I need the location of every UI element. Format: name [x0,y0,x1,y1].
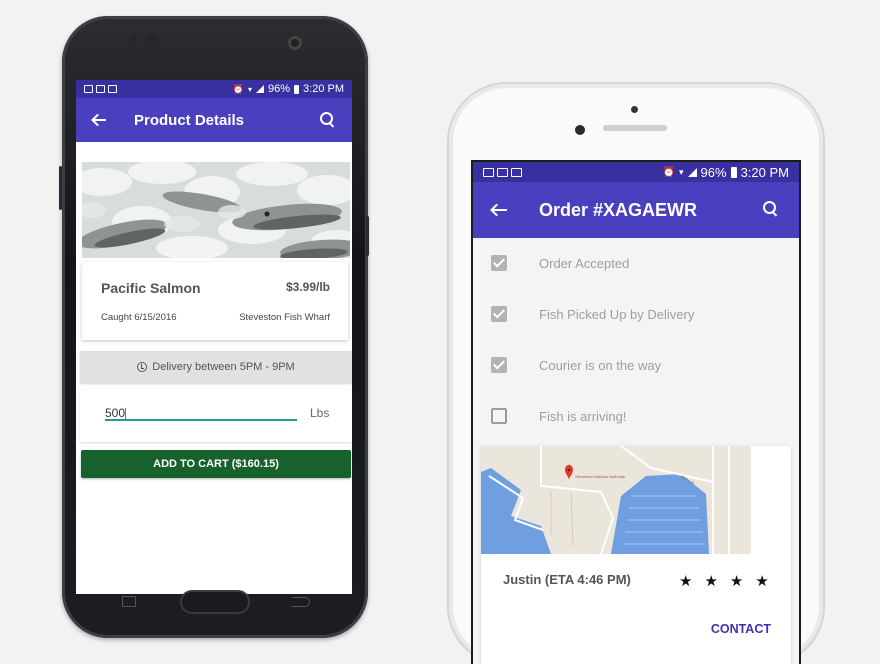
android-screen: ⏰ ▾ 96% 3:20 PM Product Details Pacific … [76,80,352,594]
iphone-screen: ⏰ ▾ 96% 3:20 PM Order #XAGAEWR Order Acc… [471,160,801,664]
checkbox-icon[interactable] [491,255,507,271]
battery-level: 96% [700,164,727,180]
clock-time: 3:20 PM [303,83,344,95]
battery-icon [730,166,737,178]
battery-icon [294,84,300,94]
step-label: Fish is arriving! [539,408,627,424]
star-icon: ★ [679,573,693,590]
mail-icon [96,85,105,93]
quantity-input[interactable]: 500 [105,401,297,421]
star-icon: ★ [704,573,718,590]
step-label: Fish Picked Up by Delivery [539,306,695,322]
front-camera [288,36,302,50]
notification-icons [483,167,522,177]
recent-apps-icon[interactable] [122,596,136,607]
back-arrow-icon[interactable] [491,202,507,218]
caught-date: Caught 6/15/2016 [101,312,177,323]
quantity-card: 500 Lbs [80,390,352,442]
search-icon[interactable] [320,112,336,128]
product-price: $3.99/lb [285,280,330,294]
mail-icon [84,85,93,93]
text-cursor [125,407,127,420]
product-card: Pacific Salmon $3.99/lb Caught 6/15/2016… [82,262,348,340]
order-step-accepted[interactable]: Order Accepted [473,238,799,288]
quantity-unit: Lbs [310,406,330,420]
order-step-on-the-way[interactable]: Courier is on the way [473,340,799,390]
notification-icons [84,85,117,93]
front-camera [575,125,585,135]
sensor [130,35,137,42]
star-icon: ★ [755,573,769,590]
contact-button[interactable]: CONTACT [711,622,771,636]
step-label: Courier is on the way [539,357,662,373]
order-step-picked-up[interactable]: Fish Picked Up by Delivery [473,289,799,339]
back-key-icon[interactable] [292,597,310,607]
alarm-icon: ⏰ [232,83,244,94]
image-icon [511,167,522,177]
page-title: Product Details [134,111,245,129]
courier-rating: ★ ★ ★ ★ [679,572,769,590]
product-name: Pacific Salmon [101,280,201,296]
checkbox-icon[interactable] [491,306,507,322]
signal-icon [256,85,264,93]
star-icon: ★ [729,573,744,590]
power-button [366,216,369,256]
courier-card: Steveston Harbour Authority Duke St Just… [481,446,791,664]
proximity-sensor [631,106,638,113]
add-to-cart-button[interactable]: ADD TO CART ($160.15) [81,450,351,478]
courier-name: Justin (ETA 4:46 PM) [503,572,631,587]
wifi-icon: ▾ [247,84,252,94]
app-bar: Order #XAGAEWR [473,182,799,238]
checkbox-icon[interactable] [491,357,507,373]
volume-button [59,166,62,210]
wifi-icon: ▾ [679,166,684,177]
checkbox-icon[interactable] [491,408,507,424]
back-arrow-icon[interactable] [92,113,106,127]
page-title: Order #XAGAEWR [539,199,698,220]
mail-icon [497,167,508,177]
image-icon [108,85,117,93]
alarm-icon: ⏰ [662,166,676,178]
android-phone: ⏰ ▾ 96% 3:20 PM Product Details Pacific … [59,16,369,638]
step-label: Order Accepted [539,255,630,271]
product-image [82,162,350,258]
delivery-text: Delivery between 5PM - 9PM [152,361,295,373]
map-view[interactable]: Steveston Harbour Authority Duke St [481,446,751,554]
map-place-label: Steveston Harbour Authority [575,474,625,479]
clock-icon [137,362,148,372]
battery-level: 96% [268,83,291,95]
quantity-value: 500 [105,406,126,420]
mail-icon [483,167,494,177]
clock-time: 3:20 PM [740,164,789,180]
sensor [148,34,157,43]
order-step-arriving[interactable]: Fish is arriving! [473,391,799,441]
search-icon[interactable] [763,201,781,219]
status-bar: ⏰ ▾ 96% 3:20 PM [76,80,352,98]
status-bar: ⏰ ▾ 96% 3:20 PM [473,162,799,182]
home-button[interactable] [180,590,250,614]
earpiece-speaker [603,125,667,131]
catch-location: Steveston Fish Wharf [239,312,330,323]
delivery-window: Delivery between 5PM - 9PM [80,351,352,383]
iphone: ⏰ ▾ 96% 3:20 PM Order #XAGAEWR Order Acc… [449,84,823,664]
earpiece-speaker [184,36,246,42]
signal-icon [687,167,697,177]
app-bar: Product Details [76,98,352,142]
